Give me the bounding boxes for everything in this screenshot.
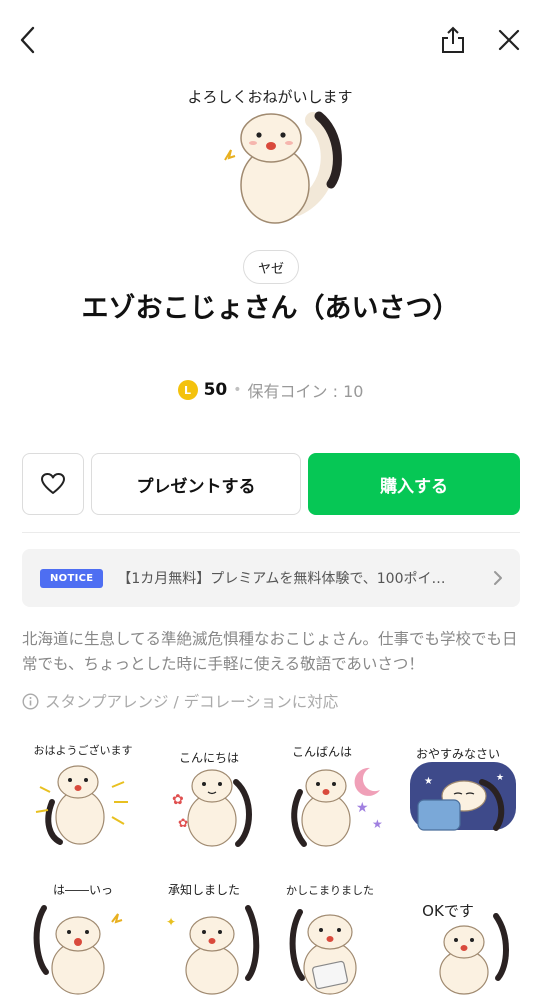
close-button[interactable] xyxy=(489,20,529,60)
notice-banner[interactable]: NOTICE 【1カ月無料】プレミアムを無料体験で、100ポイ… xyxy=(22,549,520,607)
sticker-caption: こんにちは xyxy=(179,751,239,765)
svg-text:★: ★ xyxy=(424,776,433,787)
sticker-caption: かしこまりました xyxy=(286,884,374,897)
buy-button[interactable]: 購入する xyxy=(308,453,520,515)
sticker-item[interactable]: OKです xyxy=(400,872,522,997)
divider xyxy=(22,532,520,533)
sticker-caption: 承知しました xyxy=(168,883,240,897)
sticker-title: エゾおこじょさん（あいさつ） xyxy=(81,293,460,324)
sticker-item[interactable]: は――いっ xyxy=(22,872,144,997)
owned-coins: 保有コイン : 10 xyxy=(247,382,364,401)
top-bar xyxy=(0,0,541,80)
svg-text:✦: ✦ xyxy=(166,915,176,929)
favorite-button[interactable] xyxy=(22,453,84,515)
sticker-caption: おやすみなさい xyxy=(416,747,500,761)
sticker-description: 北海道に生息してる準絶滅危惧種なおこじょさん。仕事でも学校でも日常でも、ちょっと… xyxy=(22,630,518,673)
sticker-item[interactable]: こんにちは ✿ ✿ xyxy=(148,732,270,857)
sticker-item[interactable]: 承知しました ✦ xyxy=(148,872,270,997)
sticker-caption: OKです xyxy=(422,902,474,920)
chevron-left-icon xyxy=(20,26,35,54)
sticker-caption: よろしくおねがいします xyxy=(187,88,352,106)
heart-icon xyxy=(41,473,65,494)
close-icon xyxy=(498,29,520,51)
main-sticker-image: よろしくおねがいします xyxy=(185,80,355,238)
svg-text:✿: ✿ xyxy=(172,792,184,808)
info-icon xyxy=(22,692,39,710)
svg-text:★: ★ xyxy=(496,773,504,783)
sticker-caption: は――いっ xyxy=(53,883,113,897)
sticker-item[interactable]: かしこまりました xyxy=(274,872,396,997)
svg-text:★: ★ xyxy=(372,817,383,831)
author-chip[interactable]: ヤゼ xyxy=(243,250,300,284)
arrange-note[interactable]: スタンプアレンジ / デコレーションに対応 xyxy=(22,690,338,712)
present-button[interactable]: プレゼントする xyxy=(91,453,301,515)
price-row: L 50 • 保有コイン : 10 xyxy=(0,378,541,402)
sticker-caption: おはようございます xyxy=(34,743,133,757)
share-icon xyxy=(442,26,464,53)
sticker-item[interactable]: こんばんは ★ ★ xyxy=(274,732,396,857)
sticker-caption: こんばんは xyxy=(292,745,352,759)
sticker-grid: おはようございます こんにちは ✿ ✿ こんばんは ★ ★ おやすみなさい ★ … xyxy=(22,722,522,1000)
svg-text:✿: ✿ xyxy=(178,816,188,830)
price-amount: 50 xyxy=(203,380,228,400)
coin-icon: L xyxy=(177,380,198,400)
arrange-note-text: スタンプアレンジ / デコレーションに対応 xyxy=(45,693,339,711)
sticker-item[interactable]: おはようございます xyxy=(22,732,144,857)
back-button[interactable] xyxy=(8,20,48,60)
share-button[interactable] xyxy=(433,20,473,60)
svg-text:★: ★ xyxy=(356,800,369,816)
notice-badge: NOTICE xyxy=(40,568,104,588)
chevron-right-icon xyxy=(490,570,506,586)
sticker-item[interactable]: おやすみなさい ★ ★ xyxy=(400,732,522,857)
price-separator: • xyxy=(233,382,242,398)
notice-text: 【1カ月無料】プレミアムを無料体験で、100ポイ… xyxy=(117,571,446,587)
